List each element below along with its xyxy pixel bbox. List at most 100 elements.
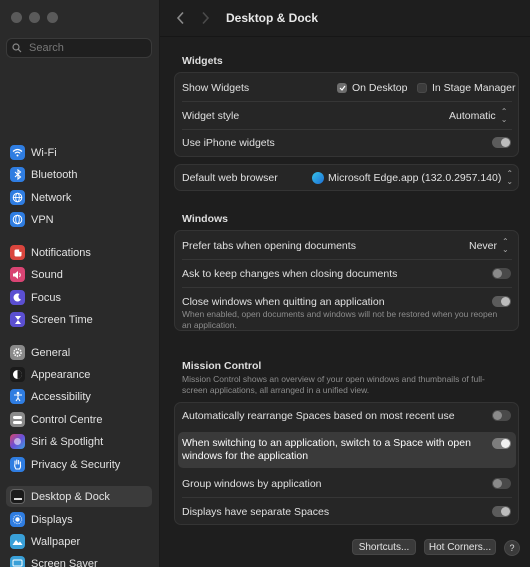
sidebar-item-focus[interactable]: Focus (6, 287, 152, 308)
separate-spaces-toggle[interactable] (492, 506, 511, 517)
sidebar-item-sound[interactable]: Sound (6, 264, 152, 285)
vpn-icon (10, 212, 25, 227)
gear-icon (10, 345, 25, 360)
ask-keep-changes-toggle[interactable] (492, 268, 511, 279)
widget-style-label: Widget style (182, 109, 240, 122)
sidebar-item-wallpaper[interactable]: Wallpaper (6, 531, 152, 552)
default-browser-value: Microsoft Edge.app (132.0.2957.140) (328, 171, 502, 184)
group-windows-toggle[interactable] (492, 478, 511, 489)
bluetooth-icon (10, 167, 25, 182)
sidebar-item-network[interactable]: Network (6, 187, 152, 208)
separate-spaces-row: Displays have separate Spaces (174, 503, 519, 520)
control-centre-icon (10, 412, 25, 427)
separate-spaces-label: Displays have separate Spaces (182, 505, 330, 518)
moon-icon (10, 290, 25, 305)
section-title-widgets: Widgets (182, 55, 223, 67)
sidebar-item-notifications[interactable]: Notifications (6, 242, 152, 263)
toolbar: Desktop & Dock (160, 0, 530, 37)
search-icon (12, 43, 22, 53)
mission-control-description: Mission Control shows an overview of you… (182, 374, 485, 395)
prefer-tabs-label: Prefer tabs when opening documents (182, 239, 356, 252)
sidebar-item-label: Privacy & Security (31, 458, 121, 471)
checkbox-empty-icon (417, 82, 427, 93)
wifi-icon (10, 145, 25, 160)
show-widgets-label: Show Widgets (182, 81, 250, 94)
screen-saver-icon (10, 556, 25, 567)
close-windows-description: When enabled, open documents and windows… (182, 309, 498, 330)
sidebar-item-privacy-security[interactable]: Privacy & Security (6, 454, 152, 475)
sound-icon (10, 267, 25, 282)
checkmark-icon (337, 82, 347, 93)
sidebar-item-bluetooth[interactable]: Bluetooth (6, 164, 152, 185)
sun-icon (10, 512, 25, 527)
sidebar: Wi-Fi Bluetooth Network VPN Notification… (0, 0, 160, 567)
close-windows-row: Close windows when quitting an applicati… (174, 293, 519, 310)
in-stage-manager-label: In Stage Manager (432, 81, 516, 94)
sidebar-item-general[interactable]: General (6, 342, 152, 363)
sidebar-item-vpn[interactable]: VPN (6, 209, 152, 230)
forward-button[interactable] (201, 11, 210, 28)
shortcuts-button[interactable]: Shortcuts... (352, 539, 416, 555)
close-window-button[interactable] (11, 12, 22, 23)
auto-rearrange-toggle[interactable] (492, 410, 511, 421)
widget-style-value: Automatic (449, 109, 496, 122)
help-button[interactable]: ? (504, 540, 520, 556)
widget-style-popup[interactable]: Automatic ⌃ ⌄ (449, 107, 507, 124)
dock-icon (10, 489, 25, 504)
sidebar-item-screen-time[interactable]: Screen Time (6, 309, 152, 330)
search-field[interactable] (6, 38, 152, 58)
sidebar-item-desktop-dock[interactable]: Desktop & Dock (6, 486, 152, 507)
updown-chevron-icon: ⌃ ⌄ (506, 168, 514, 186)
sidebar-item-label: Focus (31, 291, 61, 304)
accessibility-icon (10, 389, 25, 404)
group-windows-label: Group windows by application (182, 477, 322, 490)
sidebar-item-label: Screen Saver (31, 557, 98, 567)
sidebar-item-control-centre[interactable]: Control Centre (6, 409, 152, 430)
network-icon (10, 190, 25, 205)
sidebar-item-label: Desktop & Dock (31, 490, 110, 503)
prefer-tabs-value: Never (469, 239, 498, 252)
chevron-left-icon (176, 11, 184, 25)
sidebar-item-label: Screen Time (31, 313, 93, 326)
sidebar-item-label: Displays (31, 513, 73, 526)
sidebar-item-displays[interactable]: Displays (6, 509, 152, 530)
sidebar-item-label: Appearance (31, 368, 91, 381)
close-windows-toggle[interactable] (492, 296, 511, 307)
edge-icon (312, 171, 324, 184)
sidebar-item-label: Wallpaper (31, 535, 81, 548)
sidebar-item-accessibility[interactable]: Accessibility (6, 386, 152, 407)
siri-icon (10, 434, 25, 449)
hot-corners-button[interactable]: Hot Corners... (424, 539, 496, 555)
ask-keep-changes-label: Ask to keep changes when closing documen… (182, 267, 398, 280)
chevron-right-icon (202, 11, 210, 25)
use-iphone-widgets-row: Use iPhone widgets (174, 134, 519, 151)
divider (182, 259, 512, 260)
updown-chevron-icon: ⌃ ⌄ (502, 236, 509, 254)
hand-icon (10, 457, 25, 472)
updown-chevron-icon: ⌃ ⌄ (500, 106, 508, 124)
sidebar-item-wifi[interactable]: Wi-Fi (6, 142, 152, 163)
default-browser-popup[interactable]: Microsoft Edge.app (132.0.2957.140) ⌃ ⌄ (312, 169, 513, 186)
on-desktop-checkbox[interactable]: On Desktop (337, 79, 407, 96)
sidebar-item-label: Sound (31, 268, 63, 281)
in-stage-manager-checkbox[interactable]: In Stage Manager (417, 79, 515, 96)
prefer-tabs-row: Prefer tabs when opening documents (174, 237, 519, 254)
search-input[interactable] (27, 41, 141, 55)
appearance-icon (10, 367, 25, 382)
sidebar-item-screen-saver[interactable]: Screen Saver (6, 553, 152, 567)
sidebar-item-appearance[interactable]: Appearance (6, 364, 152, 385)
zoom-window-button[interactable] (47, 12, 58, 23)
back-button[interactable] (176, 11, 185, 28)
sidebar-item-label: Bluetooth (31, 168, 78, 181)
auto-rearrange-row: Automatically rearrange Spaces based on … (174, 407, 519, 424)
sidebar-item-label: Notifications (31, 246, 91, 259)
section-title-windows: Windows (182, 213, 228, 225)
group-windows-row: Group windows by application (174, 475, 519, 492)
use-iphone-widgets-toggle[interactable] (492, 137, 511, 148)
prefer-tabs-popup[interactable]: Never ⌃ ⌄ (469, 237, 509, 254)
sidebar-item-siri-spotlight[interactable]: Siri & Spotlight (6, 431, 152, 452)
minimize-window-button[interactable] (29, 12, 40, 23)
sidebar-item-label: Control Centre (31, 413, 103, 426)
switch-space-toggle[interactable] (492, 438, 511, 449)
divider (182, 101, 512, 102)
